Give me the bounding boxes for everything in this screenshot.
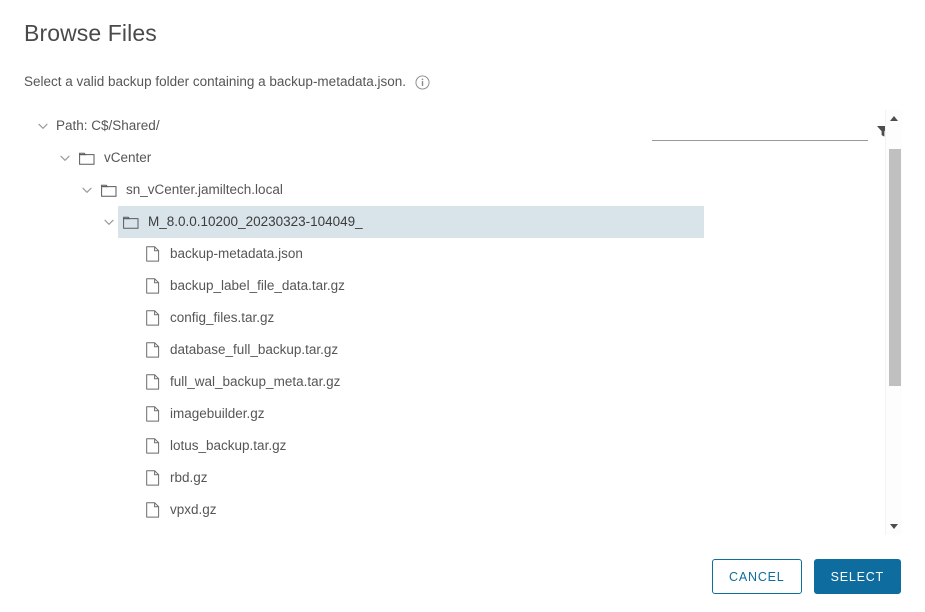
- tree-file-row[interactable]: vpxd.gz: [24, 494, 884, 526]
- row-content: config_files.tar.gz: [24, 309, 274, 327]
- file-name-label: imagebuilder.gz: [170, 406, 265, 421]
- file-icon: [144, 470, 161, 487]
- file-name-label: backup_label_file_data.tar.gz: [170, 278, 345, 293]
- chevron-right-icon: [122, 405, 140, 423]
- file-icon: [144, 438, 161, 455]
- tree-file-row[interactable]: database_full_backup.tar.gz: [24, 334, 884, 366]
- chevron-right-icon: [122, 373, 140, 391]
- row-content: vCenter: [24, 149, 151, 167]
- tree-folder-row[interactable]: Path: C$/Shared/: [24, 110, 884, 142]
- row-content: lotus_backup.tar.gz: [24, 437, 286, 455]
- tree-list: Path: C$/Shared/vCenter sn_vCenter.jamilt…: [24, 110, 884, 526]
- chevron-right-icon: [122, 277, 140, 295]
- file-icon: [144, 406, 161, 423]
- tree-folder-row[interactable]: sn_vCenter.jamiltech.local: [24, 174, 884, 206]
- folder-name-label: Path: C$/Shared/: [56, 118, 160, 133]
- file-icon: [144, 342, 161, 359]
- file-browser-panel: Path: C$/Shared/vCenter sn_vCenter.jamilt…: [24, 110, 902, 535]
- row-content: Path: C$/Shared/: [24, 117, 160, 135]
- file-icon: [144, 278, 161, 295]
- file-name-label: vpxd.gz: [170, 502, 217, 517]
- file-icon: [144, 246, 161, 263]
- chevron-down-icon[interactable]: [56, 149, 74, 167]
- file-name-label: database_full_backup.tar.gz: [170, 342, 339, 357]
- tree-file-row[interactable]: full_wal_backup_meta.tar.gz: [24, 366, 884, 398]
- scroll-down-arrow-icon[interactable]: [886, 518, 902, 535]
- folder-name-label: sn_vCenter.jamiltech.local: [126, 182, 283, 197]
- cancel-button[interactable]: CANCEL: [712, 559, 802, 594]
- chevron-right-icon: [122, 501, 140, 519]
- folder-icon: [100, 182, 117, 199]
- row-content: M_8.0.0.10200_20230323-104049_: [24, 213, 363, 231]
- file-name-label: full_wal_backup_meta.tar.gz: [170, 374, 341, 389]
- tree-scroll-area[interactable]: Path: C$/Shared/vCenter sn_vCenter.jamilt…: [24, 110, 884, 535]
- tree-file-row[interactable]: backup-metadata.json: [24, 238, 884, 270]
- row-content: backup-metadata.json: [24, 245, 303, 263]
- tree-file-row[interactable]: imagebuilder.gz: [24, 398, 884, 430]
- chevron-right-icon: [122, 245, 140, 263]
- chevron-right-icon: [122, 469, 140, 487]
- row-content: sn_vCenter.jamiltech.local: [24, 181, 283, 199]
- tree-file-row[interactable]: backup_label_file_data.tar.gz: [24, 270, 884, 302]
- info-circle-icon[interactable]: [415, 74, 430, 90]
- subtitle-row: Select a valid backup folder containing …: [24, 72, 430, 92]
- chevron-down-icon[interactable]: [34, 117, 52, 135]
- folder-name-label: vCenter: [104, 150, 152, 165]
- chevron-down-icon[interactable]: [78, 181, 96, 199]
- dialog-footer: CANCEL SELECT: [712, 559, 901, 594]
- subtitle-text: Select a valid backup folder containing …: [24, 74, 406, 89]
- vertical-scrollbar[interactable]: [885, 110, 902, 535]
- folder-icon: [78, 150, 95, 167]
- chevron-down-icon[interactable]: [100, 213, 118, 231]
- row-content: rbd.gz: [24, 469, 208, 487]
- select-button[interactable]: SELECT: [813, 559, 901, 594]
- file-icon: [144, 374, 161, 391]
- file-name-label: backup-metadata.json: [170, 246, 303, 261]
- tree-file-row[interactable]: rbd.gz: [24, 462, 884, 494]
- chevron-right-icon: [122, 341, 140, 359]
- file-name-label: rbd.gz: [170, 470, 208, 485]
- file-name-label: config_files.tar.gz: [170, 310, 275, 325]
- page-title: Browse Files: [24, 20, 157, 46]
- file-icon: [144, 310, 161, 327]
- folder-name-label: M_8.0.0.10200_20230323-104049_: [148, 214, 363, 229]
- scroll-up-arrow-icon[interactable]: [886, 110, 902, 127]
- tree-file-row[interactable]: lotus_backup.tar.gz: [24, 430, 884, 462]
- tree-file-row[interactable]: config_files.tar.gz: [24, 302, 884, 334]
- scrollbar-thumb[interactable]: [889, 149, 901, 386]
- row-content: backup_label_file_data.tar.gz: [24, 277, 345, 295]
- scrollbar-track[interactable]: [887, 127, 902, 518]
- chevron-right-icon: [122, 309, 140, 327]
- file-name-label: lotus_backup.tar.gz: [170, 438, 287, 453]
- file-icon: [144, 502, 161, 519]
- row-content: vpxd.gz: [24, 501, 217, 519]
- row-content: full_wal_backup_meta.tar.gz: [24, 373, 340, 391]
- folder-icon: [122, 214, 139, 231]
- tree-folder-row[interactable]: vCenter: [24, 142, 884, 174]
- tree-folder-row[interactable]: M_8.0.0.10200_20230323-104049_: [24, 206, 884, 238]
- chevron-right-icon: [122, 437, 140, 455]
- row-content: imagebuilder.gz: [24, 405, 265, 423]
- row-content: database_full_backup.tar.gz: [24, 341, 338, 359]
